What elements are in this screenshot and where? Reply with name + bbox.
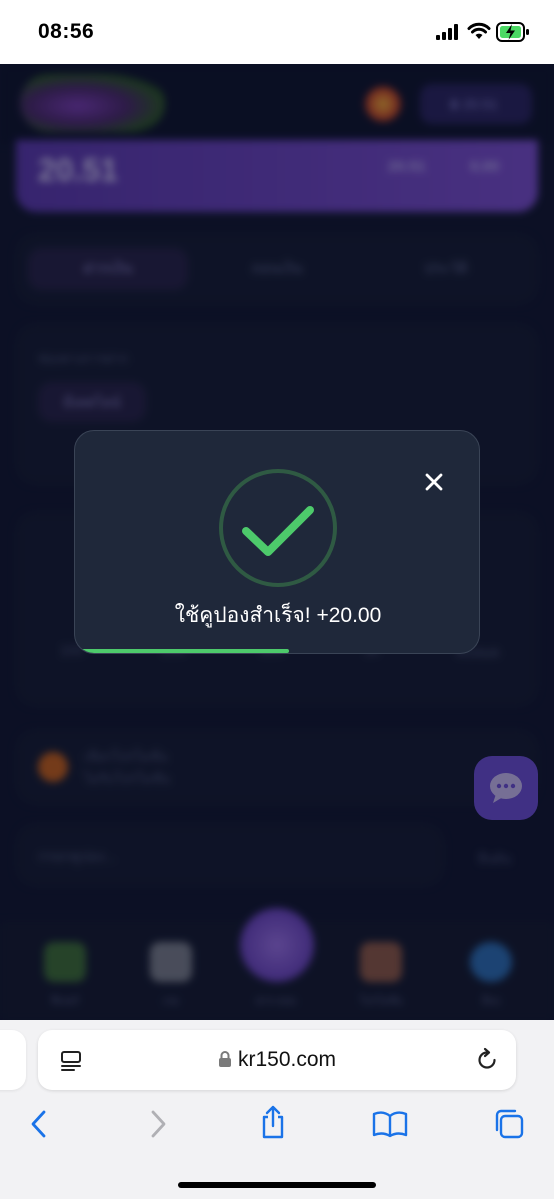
auto-close-progress-bar: [75, 649, 290, 653]
reload-icon[interactable]: [474, 1047, 500, 1073]
home-indicator: [178, 1182, 376, 1188]
tabs-icon[interactable]: [493, 1108, 525, 1140]
bookmarks-icon[interactable]: [372, 1110, 408, 1138]
wifi-icon: [467, 22, 491, 39]
browser-toolbar: kr150.com: [0, 1020, 554, 1199]
success-check-icon: [219, 469, 337, 587]
url-display[interactable]: kr150.com: [38, 1030, 516, 1090]
back-icon[interactable]: [27, 1108, 51, 1140]
address-bar[interactable]: kr150.com: [38, 1030, 516, 1090]
cellular-signal-icon: [436, 24, 458, 40]
close-icon[interactable]: [421, 469, 447, 495]
status-time: 08:56: [38, 20, 95, 43]
success-message: ใช้คูปองสำเร็จ! +20.00: [174, 604, 382, 627]
previous-tab-preview[interactable]: [0, 1030, 26, 1090]
coupon-success-modal: ใช้คูปองสำเร็จ! +20.00: [74, 430, 480, 654]
url-text: kr150.com: [237, 1048, 337, 1071]
share-icon[interactable]: [258, 1104, 288, 1140]
status-bar: 08:56: [0, 0, 554, 64]
forward-icon[interactable]: [146, 1108, 170, 1140]
battery-charging-icon: [496, 22, 529, 42]
lock-icon: [218, 1051, 231, 1067]
